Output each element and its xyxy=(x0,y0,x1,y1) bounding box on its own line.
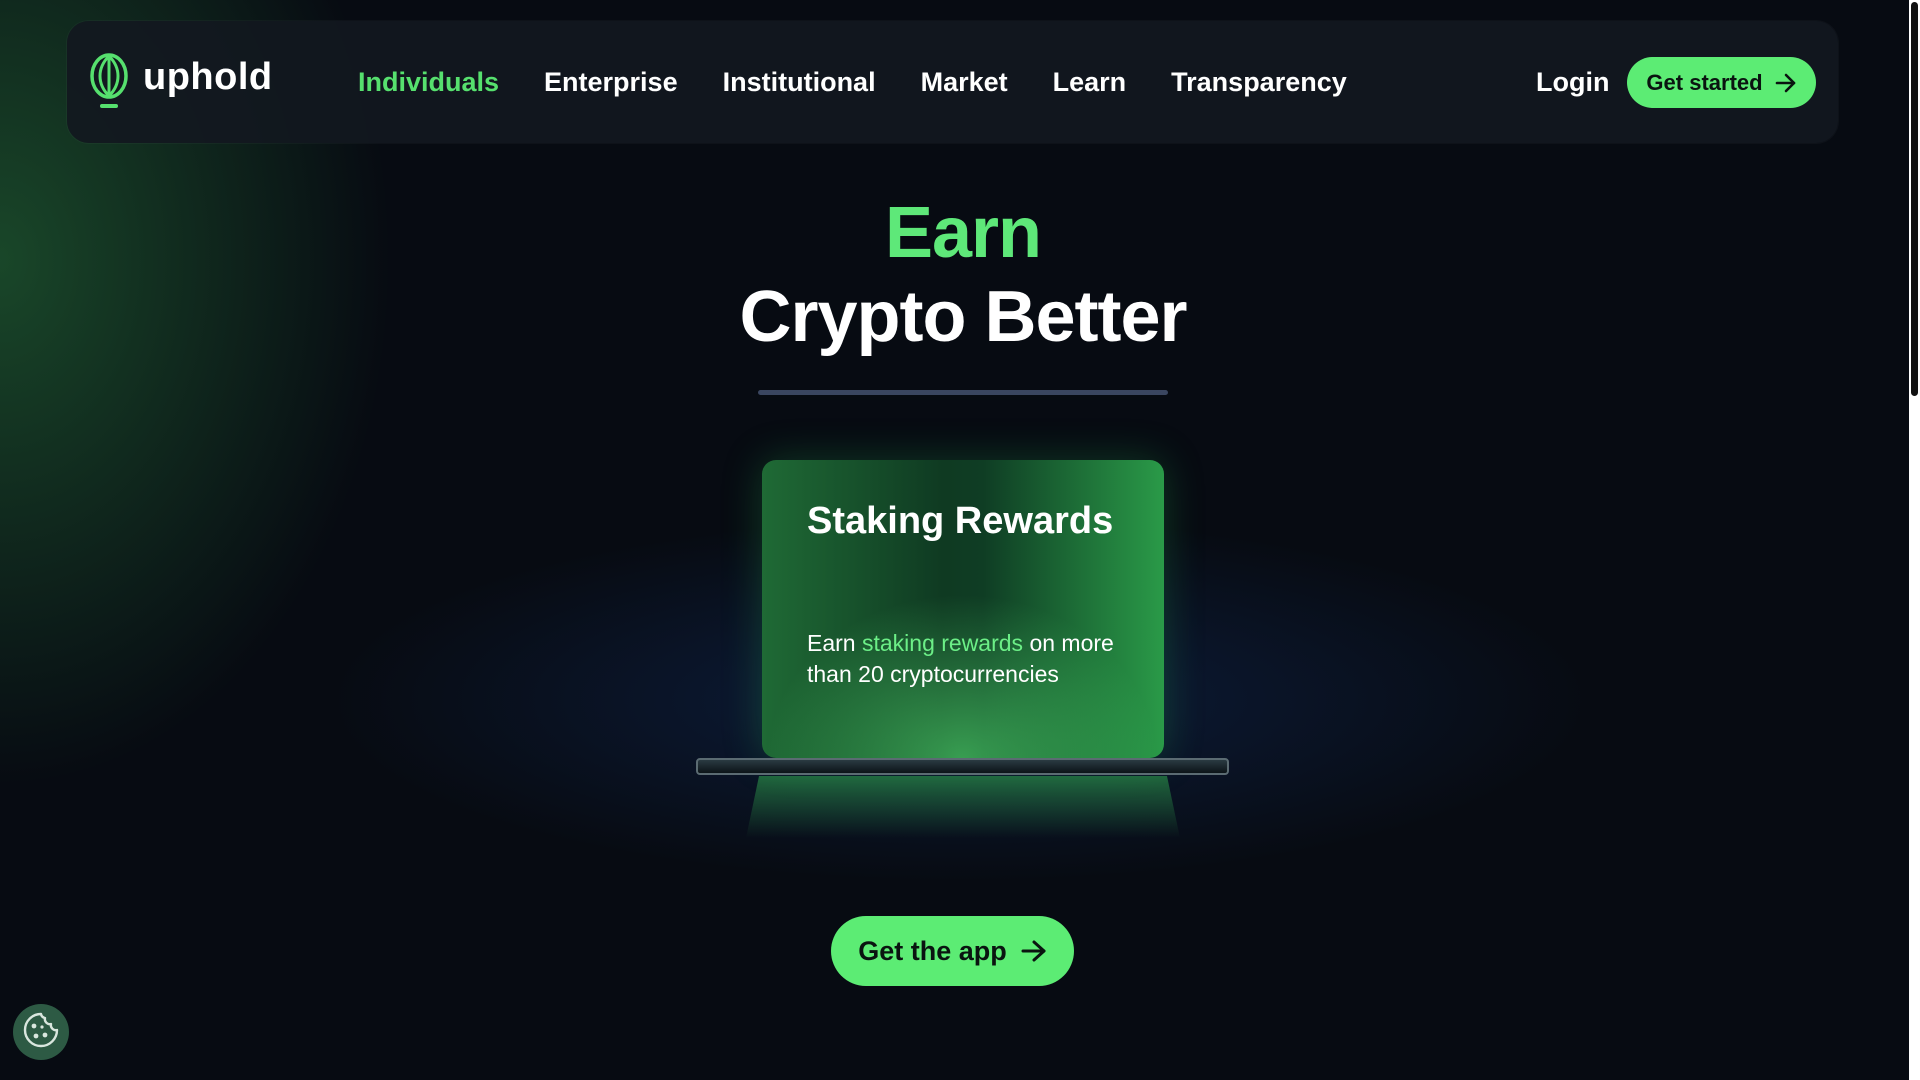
card-title: Staking Rewards xyxy=(807,500,1114,542)
page: uphold Individuals Enterprise Institutio… xyxy=(0,0,1920,1080)
hero-heading-earn: Earn xyxy=(884,193,1042,273)
top-navbar: uphold Individuals Enterprise Institutio… xyxy=(67,21,1838,143)
hero-divider xyxy=(758,390,1168,395)
get-started-label: Get started xyxy=(1646,69,1763,95)
scrollbar-thumb[interactable] xyxy=(1911,2,1918,396)
cookie-settings-button[interactable] xyxy=(13,1004,69,1060)
main-nav: Individuals Enterprise Institutional Mar… xyxy=(358,67,1392,98)
card-platform xyxy=(696,758,1229,775)
get-started-button[interactable]: Get started xyxy=(1627,57,1816,108)
nav-item-learn[interactable]: Learn xyxy=(1053,67,1127,98)
card-description: Earn staking rewards on more than 20 cry… xyxy=(807,628,1117,690)
get-the-app-button[interactable]: Get the app xyxy=(831,916,1074,986)
arrow-right-icon xyxy=(1775,73,1797,93)
login-link[interactable]: Login xyxy=(1536,67,1609,98)
nav-item-enterprise[interactable]: Enterprise xyxy=(544,67,678,98)
nav-item-transparency[interactable]: Transparency xyxy=(1171,67,1347,98)
nav-item-institutional[interactable]: Institutional xyxy=(723,67,876,98)
card-reflection xyxy=(746,776,1180,838)
staking-rewards-card: Staking Rewards Earn staking rewards on … xyxy=(762,460,1164,758)
brand-name: uphold xyxy=(143,55,273,98)
staking-rewards-highlight: staking rewards xyxy=(861,630,1024,656)
brand-logo[interactable]: uphold xyxy=(89,51,273,111)
uphold-logo-icon xyxy=(89,52,129,110)
nav-item-market[interactable]: Market xyxy=(921,67,1008,98)
arrow-right-icon xyxy=(1021,939,1047,963)
get-the-app-label: Get the app xyxy=(858,935,1007,966)
hero-heading-crypto-better: Crypto Better xyxy=(739,277,1187,357)
cookie-icon xyxy=(22,1011,60,1054)
nav-item-individuals[interactable]: Individuals xyxy=(358,67,499,98)
card-body-prefix: Earn xyxy=(807,630,862,656)
